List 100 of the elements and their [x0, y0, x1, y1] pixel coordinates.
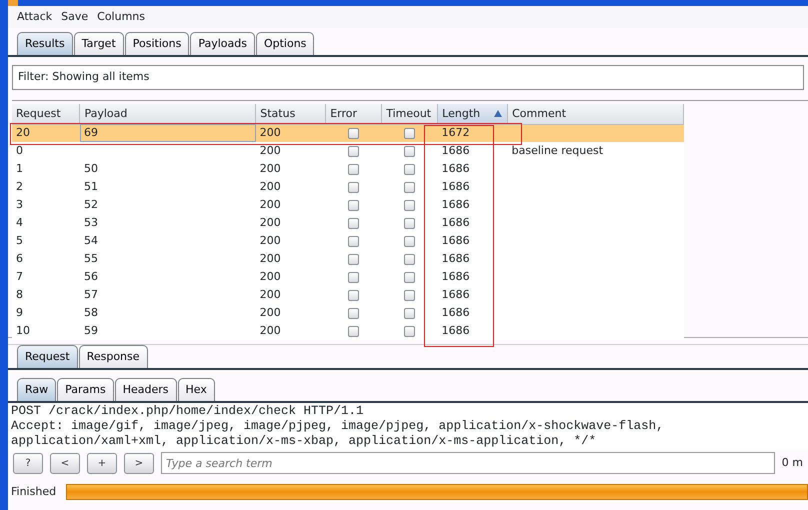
table-cell: 1686	[442, 216, 470, 229]
table-cell: 3	[16, 198, 23, 211]
table-cell: 1686	[442, 162, 470, 175]
checkbox[interactable]	[404, 200, 416, 210]
table-cell: 200	[260, 306, 281, 319]
checkbox[interactable]	[404, 182, 416, 192]
filter-bar[interactable]: Filter: Showing all items	[12, 65, 804, 90]
tab[interactable]: Headers	[114, 378, 177, 401]
checkbox[interactable]	[348, 200, 360, 210]
menu-item[interactable]: Attack	[17, 8, 52, 26]
checkbox[interactable]	[404, 164, 416, 174]
checkbox[interactable]	[348, 146, 360, 156]
tab[interactable]: Options	[256, 32, 314, 55]
table-cell: 200	[260, 270, 281, 283]
table-cell: 59	[84, 324, 98, 337]
table-cell: 200	[260, 162, 281, 175]
column-header[interactable]: Comment	[508, 104, 684, 124]
checkbox[interactable]	[348, 254, 360, 264]
table-cell: 200	[260, 180, 281, 193]
table-cell: 58	[84, 306, 98, 319]
tab[interactable]: Positions	[124, 32, 190, 55]
checkbox[interactable]	[348, 128, 360, 139]
previous-button[interactable]: <	[50, 452, 80, 474]
table-cell: 200	[260, 324, 281, 337]
tab[interactable]: Target	[74, 32, 124, 55]
checkbox[interactable]	[404, 128, 416, 139]
table-cell: 2	[16, 180, 23, 193]
table-cell: baseline request	[512, 144, 604, 157]
table-cell: 7	[16, 270, 23, 283]
table-cell: 53	[84, 216, 98, 229]
checkbox[interactable]	[348, 236, 360, 246]
table-cell: 56	[84, 270, 98, 283]
checkbox[interactable]	[404, 218, 416, 228]
menu-item[interactable]: Save	[61, 8, 88, 26]
table-cell: 1686	[442, 144, 470, 157]
request-text: POST /crack/index.php/home/index/check HTTP/1.1 Accept: image/gif, image/jpeg, image/pjpeg, image/pjpeg, application/x-shockwave-flash, application/xaml+xml, application/x-ms-xbap, application/x-ms-application, */*	[8, 403, 808, 450]
checkbox[interactable]	[404, 290, 416, 300]
table-cell: 57	[84, 288, 98, 301]
table-cell: 1686	[442, 306, 470, 319]
menu-item[interactable]: Columns	[97, 8, 145, 26]
table-cell: 54	[84, 234, 98, 247]
table-cell: 1686	[442, 288, 470, 301]
table-cell: 5	[16, 234, 23, 247]
checkbox[interactable]	[348, 182, 360, 192]
checkbox[interactable]	[348, 272, 360, 282]
column-header[interactable]: Length	[438, 104, 508, 124]
tab[interactable]: Response	[78, 345, 148, 368]
tab[interactable]: Raw	[17, 378, 56, 401]
table-cell: 8	[16, 288, 23, 301]
checkbox[interactable]	[404, 326, 416, 336]
table-cell: 1686	[442, 180, 470, 193]
status-label: Finished	[11, 484, 56, 500]
checkbox[interactable]	[404, 254, 416, 264]
table-cell: 10	[16, 324, 30, 337]
table-cell: 200	[260, 252, 281, 265]
column-header[interactable]: Payload	[80, 104, 256, 124]
checkbox[interactable]	[348, 218, 360, 228]
table-cell: 1686	[442, 324, 470, 337]
table-cell: 1686	[442, 270, 470, 283]
app-icon	[8, 0, 18, 6]
checkbox[interactable]	[348, 326, 360, 336]
checkbox[interactable]	[404, 146, 416, 156]
next-button[interactable]: >	[124, 452, 154, 474]
table-cell: 1686	[442, 234, 470, 247]
table-cell: 52	[84, 198, 98, 211]
table-cell: 200	[260, 126, 281, 139]
table-cell: 55	[84, 252, 98, 265]
tab[interactable]: Hex	[178, 378, 215, 401]
tab[interactable]: Payloads	[190, 32, 255, 55]
table-cell: 200	[260, 216, 281, 229]
help-button[interactable]: ?	[13, 452, 43, 474]
table-cell: 0	[16, 144, 23, 157]
table-cell: 51	[84, 180, 98, 193]
checkbox[interactable]	[404, 236, 416, 246]
checkbox[interactable]	[348, 308, 360, 318]
column-header[interactable]: Timeout	[382, 104, 438, 124]
table-cell: 9	[16, 306, 23, 319]
column-header[interactable]: Error	[326, 104, 382, 124]
column-header[interactable]: Status	[256, 104, 326, 124]
table-cell: 200	[260, 288, 281, 301]
table-cell: 1686	[442, 198, 470, 211]
tab[interactable]: Results	[17, 32, 73, 55]
table-cell: 200	[260, 234, 281, 247]
tab[interactable]: Request	[17, 345, 78, 368]
checkbox[interactable]	[348, 290, 360, 300]
table-cell: 1672	[442, 126, 470, 139]
table-cell: 1686	[442, 252, 470, 265]
checkbox[interactable]	[348, 164, 360, 174]
column-header[interactable]: Request	[12, 104, 80, 124]
table-cell: 200	[260, 198, 281, 211]
table-cell: 6	[16, 252, 23, 265]
search-field[interactable]: Type a search term	[161, 452, 775, 474]
checkbox[interactable]	[404, 272, 416, 282]
table-cell: 4	[16, 216, 23, 229]
checkbox[interactable]	[404, 308, 416, 318]
table-cell: 1	[16, 162, 23, 175]
add-button[interactable]: +	[87, 452, 117, 474]
tab[interactable]: Params	[57, 378, 114, 401]
table-cell: 69	[84, 126, 98, 139]
match-count: 0 m	[782, 454, 803, 471]
